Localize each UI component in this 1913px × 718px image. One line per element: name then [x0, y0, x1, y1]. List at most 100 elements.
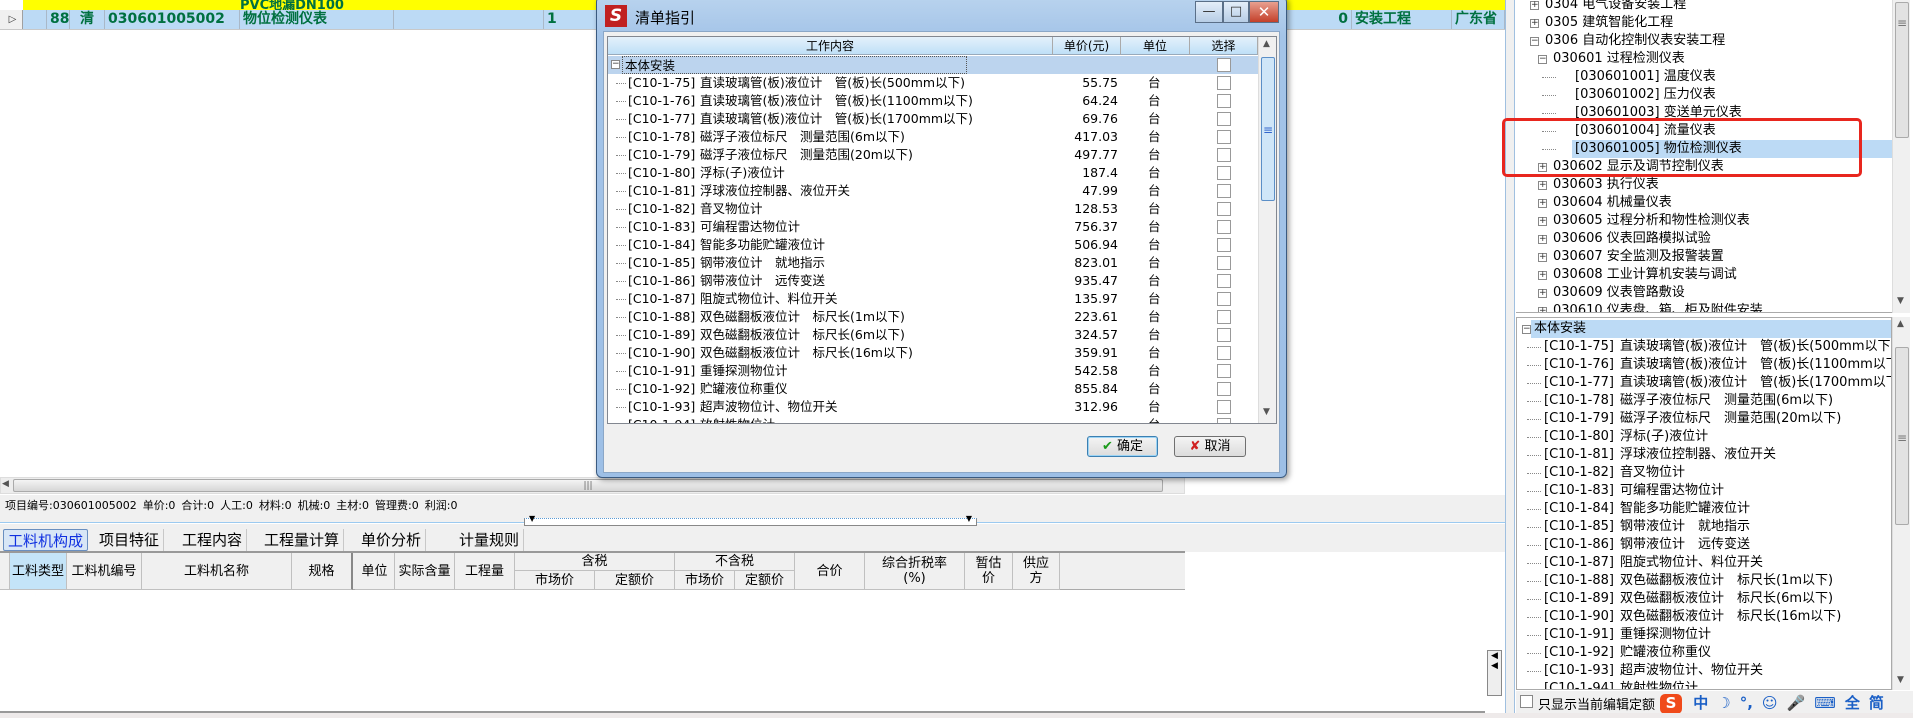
ok-button[interactable]: ✔ 确定	[1087, 436, 1158, 457]
tree-node[interactable]: +030604 机械量仪表	[1516, 194, 1892, 212]
collapse-icon[interactable]: −	[1522, 325, 1531, 334]
resource-grid-body[interactable]: ◀ ◀	[0, 590, 1502, 713]
quota-item[interactable]: [C10-1-89] 双色磁翻板液位计 标尺长(6m以下)	[1517, 590, 1891, 608]
ime-item[interactable]: ☺	[1762, 694, 1778, 712]
col-without-tax-market[interactable]: 市场价	[675, 571, 735, 590]
scroll-down-icon[interactable]: ▼	[1263, 407, 1270, 417]
select-checkbox[interactable]	[1217, 238, 1231, 252]
quota-item[interactable]: [C10-1-80] 浮标(子)液位计	[1517, 428, 1891, 446]
dialog-quota-row[interactable]: [C10-1-84] 智能多功能贮罐液位计 506.94 台	[608, 236, 1258, 254]
col-type[interactable]: 工料类型	[10, 553, 67, 590]
scroll-left-icon[interactable]: ◀	[2, 479, 12, 489]
tree-node[interactable]: −0306 自动化控制仪表安装工程	[1516, 32, 1892, 50]
expand-icon[interactable]: +	[1538, 289, 1547, 298]
tree-node[interactable]: +030603 执行仪表	[1516, 176, 1892, 194]
col-code[interactable]: 工料机编号	[67, 553, 142, 590]
minimize-button[interactable]: —	[1195, 1, 1223, 23]
collapse-icon[interactable]: −	[611, 60, 620, 69]
col-content[interactable]: 工作内容	[608, 37, 1053, 55]
expand-icon[interactable]: +	[1538, 181, 1547, 190]
tab-1[interactable]: 项目特征	[95, 529, 165, 551]
dialog-quota-row[interactable]: [C10-1-87] 阻旋式物位计、料位开关 135.97 台	[608, 290, 1258, 308]
dialog-quota-row[interactable]: [C10-1-89] 双色磁翻板液位计 标尺长(6m以下) 324.57 台	[608, 326, 1258, 344]
tree-scrollbar[interactable]: ≡ ▼	[1892, 0, 1910, 313]
select-checkbox[interactable]	[1217, 346, 1231, 360]
collapse-icon[interactable]: −	[1538, 55, 1547, 64]
quota-item[interactable]: [C10-1-86] 钢带液位计 远传变送	[1517, 536, 1891, 554]
collapse-down-icon[interactable]: ▼	[529, 514, 535, 523]
quota-item[interactable]: [C10-1-92] 贮罐液位称重仪	[1517, 644, 1891, 662]
quota-item[interactable]: [C10-1-83] 可编程雷达物位计	[1517, 482, 1891, 500]
ime-item[interactable]: 简	[1869, 694, 1884, 712]
dialog-scroll-thumb[interactable]: ≡	[1261, 57, 1275, 201]
filter-checkbox[interactable]	[1520, 695, 1533, 708]
quota-list[interactable]: − 本体安装 [C10-1-75] 直读玻璃管(板)液位计 管(板)长(500mm以下…	[1516, 317, 1892, 690]
splitter-handle[interactable]: ▼ ▼	[524, 514, 977, 526]
dialog-quota-row[interactable]: [C10-1-93] 超声波物位计、物位开关 312.96 台	[608, 398, 1258, 416]
scroll-down-icon[interactable]: ▼	[1897, 296, 1904, 306]
collapse-down-icon[interactable]: ▼	[966, 514, 972, 523]
dialog-list-scrollbar[interactable]: ▲ ≡ ▼	[1258, 37, 1276, 423]
dialog-quota-row[interactable]: [C10-1-81] 浮球液位控制器、液位开关 47.99 台	[608, 182, 1258, 200]
col-with-tax-quota[interactable]: 定额价	[595, 571, 675, 590]
tab-3[interactable]: 工程量计算	[260, 529, 345, 551]
select-checkbox[interactable]	[1217, 220, 1231, 234]
col-without-tax-quota[interactable]: 定额价	[735, 571, 795, 590]
panel-collapse-handle[interactable]: ◀ ◀	[1487, 650, 1502, 696]
scroll-down-icon[interactable]: ▼	[1897, 675, 1904, 685]
quota-item[interactable]: [C10-1-88] 双色磁翻板液位计 标尺长(1m以下)	[1517, 572, 1891, 590]
tab-5[interactable]: 计量规则	[455, 529, 525, 551]
quota-item[interactable]: [C10-1-87] 阻旋式物位计、料位开关	[1517, 554, 1891, 572]
tree-node[interactable]: −030601 过程检测仪表	[1516, 50, 1892, 68]
col-provisional[interactable]: 暂估价	[965, 553, 1013, 590]
tree-node[interactable]: +030606 仪表回路模拟试验	[1516, 230, 1892, 248]
quota-item[interactable]: [C10-1-79] 磁浮子液位标尺 测量范围(20m以下)	[1517, 410, 1891, 428]
expand-icon[interactable]: +	[1538, 235, 1547, 244]
tree-node[interactable]: [030601002] 压力仪表	[1516, 86, 1892, 104]
filter-checkbox-label[interactable]: 只显示当前编辑定额	[1538, 694, 1655, 713]
scroll-up-icon[interactable]: ▲	[1263, 39, 1270, 49]
dialog-quota-row[interactable]: [C10-1-78] 磁浮子液位标尺 测量范围(6m以下) 417.03 台	[608, 128, 1258, 146]
expand-icon[interactable]: +	[1538, 253, 1547, 262]
dialog-quota-row[interactable]: [C10-1-90] 双色磁翻板液位计 标尺长(16m以下) 359.91 台	[608, 344, 1258, 362]
dialog-quota-row[interactable]: [C10-1-86] 钢带液位计 远传变送 935.47 台	[608, 272, 1258, 290]
select-checkbox[interactable]	[1217, 310, 1231, 324]
select-checkbox[interactable]	[1217, 256, 1231, 270]
tree-node[interactable]: [030601001] 温度仪表	[1516, 68, 1892, 86]
select-checkbox[interactable]	[1217, 274, 1231, 288]
quota-item[interactable]: [C10-1-93] 超声波物位计、物位开关	[1517, 662, 1891, 680]
ime-item[interactable]: °,	[1740, 694, 1753, 712]
dialog-group-row[interactable]: − 本体安装	[608, 56, 1258, 74]
dialog-quota-row[interactable]: [C10-1-79] 磁浮子液位标尺 测量范围(20m以下) 497.77 台	[608, 146, 1258, 164]
select-checkbox[interactable]	[1217, 400, 1231, 414]
ime-item[interactable]: 中	[1693, 694, 1708, 712]
expand-icon[interactable]: +	[1538, 199, 1547, 208]
select-checkbox[interactable]	[1217, 130, 1231, 144]
select-checkbox[interactable]	[1217, 166, 1231, 180]
quota-item[interactable]: [C10-1-90] 双色磁翻板液位计 标尺长(16m以下)	[1517, 608, 1891, 626]
quota-list-scrollbar[interactable]: ▲ ≡ ▼	[1892, 317, 1910, 690]
col-quantity[interactable]: 工程量	[455, 553, 515, 590]
col-spec[interactable]: 规格	[292, 553, 353, 590]
dialog-quota-row[interactable]: [C10-1-85] 钢带液位计 就地指示 823.01 台	[608, 254, 1258, 272]
work-content-list[interactable]: 工作内容 单价(元) 单位 选择 − 本体安装 [C10-1-75] 直读玻璃管(板)…	[607, 36, 1277, 424]
quota-group[interactable]: − 本体安装	[1517, 320, 1891, 338]
scroll-up-icon[interactable]: ▲	[1897, 319, 1904, 329]
tab-2[interactable]: 工程内容	[178, 529, 248, 551]
select-checkbox[interactable]	[1217, 112, 1231, 126]
collapse-icon[interactable]: −	[1530, 37, 1539, 46]
select-checkbox[interactable]	[1217, 292, 1231, 306]
ime-item[interactable]: 🎤	[1787, 694, 1806, 712]
dialog-quota-row[interactable]: [C10-1-91] 重锤探测物位计 542.58 台	[608, 362, 1258, 380]
col-unit[interactable]: 单位	[1121, 37, 1190, 55]
dialog-quota-row[interactable]: [C10-1-75] 直读玻璃管(板)液位计 管(板)长(500mm以下) 55.7…	[608, 74, 1258, 92]
sogou-logo-icon[interactable]: S	[1660, 694, 1682, 714]
dialog-quota-row[interactable]: [C10-1-76] 直读玻璃管(板)液位计 管(板)长(1100mm以下) 64.…	[608, 92, 1258, 110]
vertical-splitter[interactable]	[1505, 0, 1515, 713]
quota-item[interactable]: [C10-1-77] 直读玻璃管(板)液位计 管(板)长(1700mm以下)	[1517, 374, 1891, 392]
tree-node[interactable]: +030607 安全监测及报警装置	[1516, 248, 1892, 266]
select-checkbox[interactable]	[1217, 382, 1231, 396]
expand-icon[interactable]: +	[1530, 1, 1539, 10]
ime-item[interactable]: 全	[1845, 694, 1860, 712]
col-price[interactable]: 单价(元)	[1053, 37, 1121, 55]
